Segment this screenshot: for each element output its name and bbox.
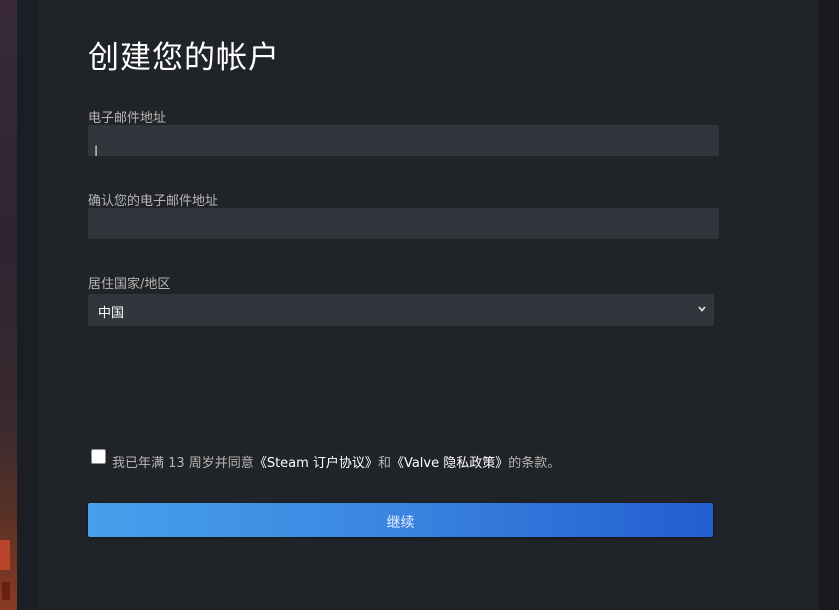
- panel-gutter: [17, 0, 38, 610]
- page-edge: [819, 0, 839, 610]
- agreement-checkbox[interactable]: [91, 449, 106, 464]
- email-label: 电子邮件地址: [88, 111, 167, 126]
- country-select[interactable]: 中国: [88, 294, 714, 326]
- email-field[interactable]: [88, 125, 719, 156]
- continue-button[interactable]: 继续: [88, 503, 713, 537]
- valve-privacy-policy-link[interactable]: 《Valve 隐私政策》: [391, 456, 508, 471]
- continue-button-label: 继续: [386, 515, 415, 531]
- background-art-strip: [0, 0, 17, 610]
- background-art-detail: [2, 582, 10, 600]
- confirm-email-label: 确认您的电子邮件地址: [88, 194, 219, 209]
- page-title: 创建您的帐户: [88, 40, 280, 76]
- confirm-email-field[interactable]: [88, 208, 719, 239]
- agreement-suffix: 的条款。: [508, 456, 561, 471]
- agreement-middle: 和: [377, 456, 391, 471]
- agreement-text: 我已年满 13 周岁并同意《Steam 订户协议》和《Valve 隐私政策》的条…: [112, 452, 560, 471]
- country-selected-value: 中国: [98, 306, 125, 321]
- country-label: 居住国家/地区: [88, 277, 171, 292]
- chevron-down-icon: [698, 306, 706, 312]
- background-art-detail: [0, 540, 10, 570]
- agreement-prefix: 我已年满 13 周岁并同意: [112, 456, 254, 471]
- steam-subscriber-agreement-link[interactable]: 《Steam 订户协议》: [254, 456, 378, 471]
- text-cursor-icon: I: [94, 144, 99, 160]
